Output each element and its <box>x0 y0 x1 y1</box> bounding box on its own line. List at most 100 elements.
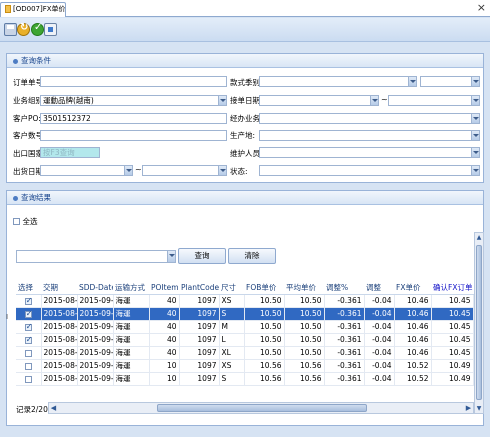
table-cell[interactable]: 2015-09-... <box>77 346 114 360</box>
table-cell[interactable]: -0.04 <box>364 294 395 308</box>
table-cell[interactable]: -0.04 <box>364 359 395 373</box>
table-cell[interactable]: 2015-08-... <box>41 346 78 360</box>
table-cell[interactable]: 2015-09-... <box>77 307 114 321</box>
row-select-cell[interactable] <box>16 294 42 308</box>
chevron-down-icon[interactable] <box>471 148 479 157</box>
chevron-down-icon[interactable] <box>370 96 378 105</box>
table-cell[interactable]: 海運 <box>113 372 150 386</box>
table-cell[interactable]: -0.04 <box>364 320 395 334</box>
row-select-cell[interactable] <box>16 307 42 321</box>
table-cell[interactable]: 2015-08-... <box>41 372 78 386</box>
table-cell[interactable]: 2015-08-... <box>41 359 78 373</box>
table-cell[interactable]: -0.04 <box>364 372 395 386</box>
export-icon[interactable] <box>44 23 57 36</box>
query-button[interactable]: 查询 <box>178 248 226 264</box>
scroll-right-icon[interactable]: ▶ <box>464 403 473 413</box>
table-cell[interactable]: 10.50 <box>244 346 285 360</box>
table-cell[interactable]: 1097 <box>179 346 220 360</box>
table-row[interactable]: 2015-08-...2015-09-...海運401097S10.5010.5… <box>16 307 474 321</box>
row-select-cell[interactable] <box>16 359 42 373</box>
table-cell[interactable]: -0.04 <box>364 346 395 360</box>
table-cell[interactable]: 10.50 <box>244 333 285 347</box>
column-header[interactable]: PlantCode <box>179 281 219 295</box>
row-select-cell[interactable] <box>16 333 42 347</box>
row-checkbox[interactable] <box>24 322 32 331</box>
table-row[interactable]: 2015-08-...2015-09-...海運401097XL10.5010.… <box>16 346 474 360</box>
table-cell[interactable]: S <box>219 372 245 386</box>
table-cell[interactable]: 2015-09-... <box>77 320 114 334</box>
table-cell[interactable]: -0.04 <box>364 307 395 321</box>
chevron-down-icon[interactable] <box>408 77 416 86</box>
ship-date-from[interactable] <box>40 165 133 176</box>
chevron-down-icon[interactable] <box>167 251 175 262</box>
table-cell[interactable]: 海運 <box>113 359 150 373</box>
table-cell[interactable]: 10.45 <box>431 307 474 321</box>
table-cell[interactable]: 10.52 <box>394 359 432 373</box>
row-checkbox[interactable] <box>24 296 32 305</box>
row-checkbox[interactable] <box>24 349 32 357</box>
scroll-left-icon[interactable]: ◀ <box>49 403 58 413</box>
table-cell[interactable]: 2015-08-... <box>41 333 78 347</box>
table-cell[interactable]: 10.50 <box>244 294 285 308</box>
status-select[interactable] <box>259 165 480 176</box>
scroll-up-icon[interactable]: ▲ <box>475 233 483 242</box>
table-cell[interactable]: 1097 <box>179 307 220 321</box>
table-cell[interactable]: 海運 <box>113 307 150 321</box>
chevron-down-icon[interactable] <box>124 166 132 175</box>
horizontal-scrollbar[interactable]: ◀ ▶ <box>48 402 474 414</box>
table-cell[interactable]: 10.49 <box>431 359 474 373</box>
save-icon[interactable] <box>4 23 17 36</box>
customer-no-input[interactable] <box>40 130 227 141</box>
chevron-down-icon[interactable] <box>471 131 479 140</box>
row-checkbox[interactable] <box>24 309 32 318</box>
column-header[interactable]: FOB单价 <box>244 281 284 295</box>
receive-date-from[interactable] <box>259 95 379 106</box>
table-cell[interactable]: 海運 <box>113 333 150 347</box>
table-cell[interactable]: 10 <box>149 372 180 386</box>
close-icon[interactable]: × <box>477 2 486 14</box>
table-row[interactable]: 2015-08-...2015-09-...海運101097S10.5610.5… <box>16 372 474 386</box>
table-cell[interactable]: -0.361 <box>324 294 365 308</box>
sales-select[interactable] <box>259 113 480 124</box>
chevron-down-icon[interactable] <box>471 114 479 123</box>
table-cell[interactable]: 10.45 <box>431 333 474 347</box>
table-cell[interactable]: 海運 <box>113 294 150 308</box>
row-checkbox[interactable] <box>24 375 32 383</box>
table-cell[interactable]: 2015-09-... <box>77 372 114 386</box>
column-header[interactable]: 调整% <box>324 281 364 295</box>
column-header[interactable]: 尺寸 <box>219 281 244 295</box>
row-select-cell[interactable] <box>16 372 42 386</box>
table-cell[interactable]: 10.46 <box>394 294 432 308</box>
table-cell[interactable]: 10.52 <box>394 372 432 386</box>
column-header[interactable]: 调整 <box>364 281 394 295</box>
table-row[interactable]: 2015-08-...2015-09-...海運101097XS10.5610.… <box>16 359 474 373</box>
row-checkbox[interactable] <box>24 335 32 344</box>
order-no-input[interactable] <box>40 76 227 87</box>
table-cell[interactable]: 40 <box>149 294 180 308</box>
table-cell[interactable]: 10.45 <box>431 320 474 334</box>
table-cell[interactable]: 10.49 <box>431 372 474 386</box>
clear-button[interactable]: 清除 <box>228 248 276 264</box>
confirm-icon[interactable] <box>31 22 44 36</box>
style-season-select-2[interactable] <box>420 76 480 87</box>
column-header[interactable]: 确认FX订单 <box>431 281 473 295</box>
table-cell[interactable]: -0.361 <box>324 320 365 334</box>
table-cell[interactable]: 1097 <box>179 333 220 347</box>
table-cell[interactable]: 10.46 <box>394 307 432 321</box>
table-cell[interactable]: 10.46 <box>394 346 432 360</box>
table-cell[interactable]: 40 <box>149 320 180 334</box>
column-header[interactable]: 平均单价 <box>284 281 324 295</box>
table-cell[interactable]: 10.50 <box>244 307 285 321</box>
table-cell[interactable]: 1097 <box>179 372 220 386</box>
table-cell[interactable]: 1097 <box>179 294 220 308</box>
scroll-down-icon[interactable]: ▼ <box>475 404 483 413</box>
business-group-select[interactable]: 運動品牌(越南) <box>40 95 227 106</box>
chevron-down-icon[interactable] <box>471 96 479 105</box>
table-cell[interactable]: S <box>219 307 245 321</box>
column-header[interactable]: SDD-Date <box>77 281 113 295</box>
table-cell[interactable]: 10.46 <box>394 320 432 334</box>
table-cell[interactable]: -0.361 <box>324 333 365 347</box>
table-cell[interactable]: 2015-08-... <box>41 320 78 334</box>
column-header[interactable]: 交期 <box>41 281 77 295</box>
row-select-cell[interactable] <box>16 320 42 334</box>
